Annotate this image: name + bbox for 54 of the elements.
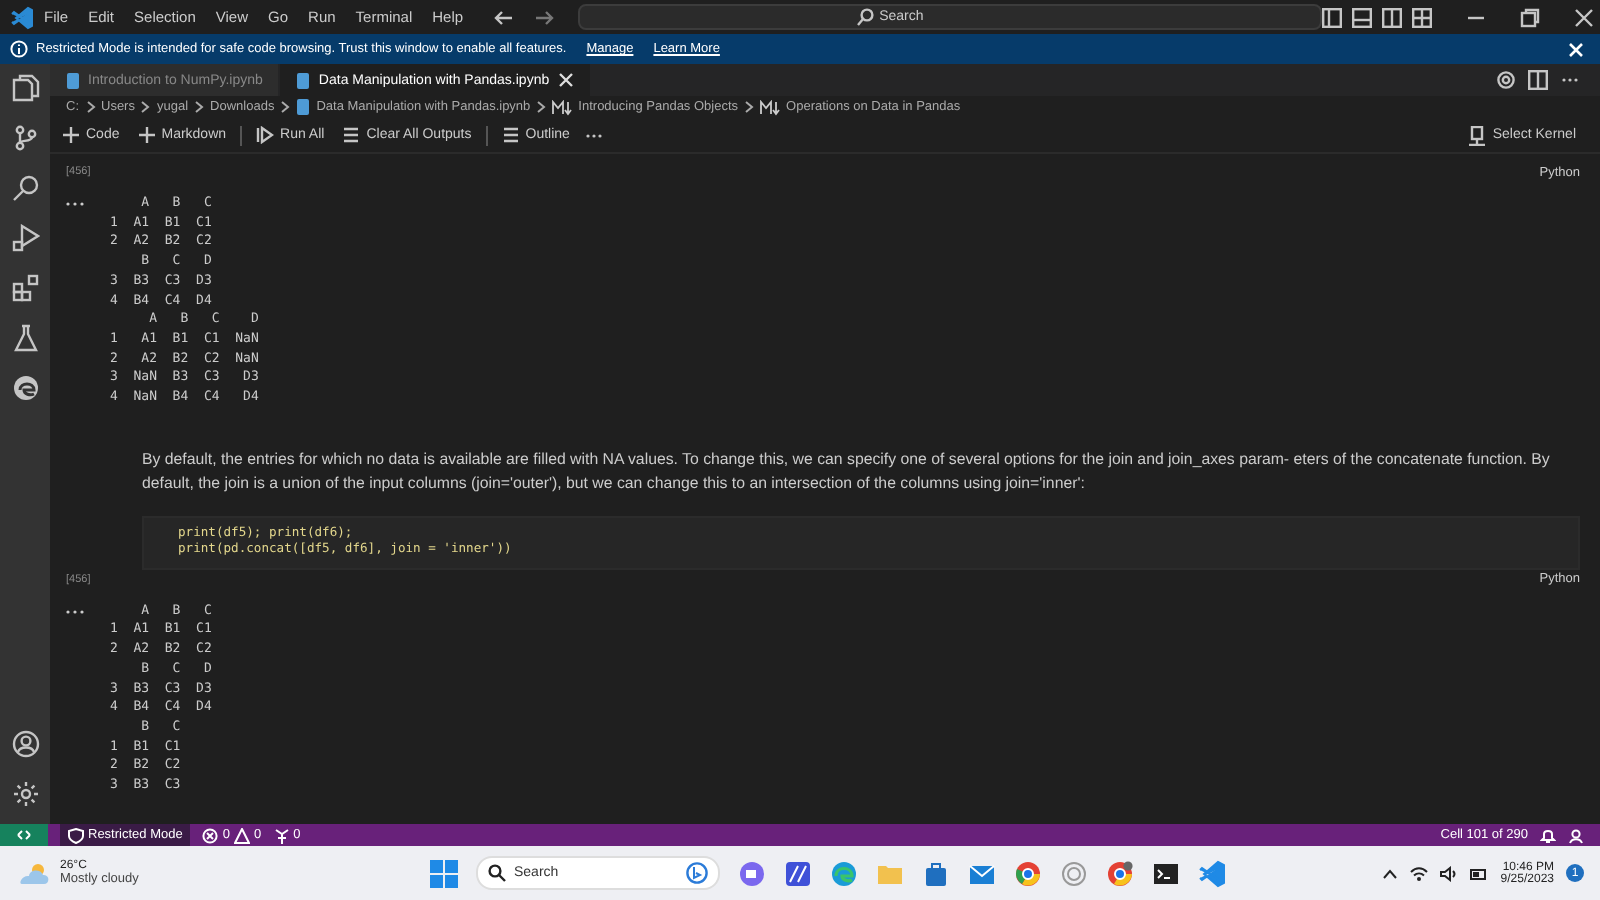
source-control-icon[interactable]: [11, 124, 39, 152]
close-icon[interactable]: [1573, 7, 1594, 27]
grid-layout-icon[interactable]: [1411, 7, 1432, 27]
sidebar-layout-icon[interactable]: [1321, 7, 1342, 27]
search-icon[interactable]: [11, 174, 39, 202]
speaker-icon[interactable]: [1440, 865, 1459, 881]
warning-icon: [233, 827, 250, 843]
split-editor-icon[interactable]: [1528, 70, 1548, 90]
search-icon: [855, 8, 874, 26]
files-icon[interactable]: [11, 74, 39, 102]
chat-app-icon[interactable]: [738, 859, 766, 887]
shield-icon: [68, 827, 84, 843]
mail-icon[interactable]: [968, 859, 996, 887]
account-icon[interactable]: [11, 730, 39, 758]
restore-icon[interactable]: [1519, 7, 1540, 27]
cloud-icon: [16, 861, 52, 885]
error-icon: [202, 827, 219, 843]
search-icon: [488, 864, 506, 882]
wifi-icon[interactable]: [1410, 865, 1429, 881]
plus-icon: [62, 126, 80, 144]
store-bag-icon[interactable]: [922, 859, 950, 887]
chevron-right-icon: [280, 100, 291, 114]
editor-app-icon[interactable]: [784, 859, 812, 887]
battery-icon[interactable]: [1470, 865, 1489, 881]
panel-layout-icon[interactable]: [1351, 7, 1372, 27]
account-icon[interactable]: [1568, 827, 1584, 843]
notebook-file-icon: [66, 71, 80, 89]
terminal-icon[interactable]: [1152, 859, 1180, 887]
split-layout-icon[interactable]: [1381, 7, 1402, 27]
markdown-icon: [552, 99, 573, 115]
back-arrow-icon[interactable]: [493, 7, 514, 27]
antenna-icon: [273, 827, 290, 843]
more-icon[interactable]: [66, 200, 84, 208]
plus-icon: [137, 126, 156, 144]
chevron-up-icon[interactable]: [1382, 867, 1399, 879]
close-icon[interactable]: [557, 72, 574, 88]
extensions-icon[interactable]: [11, 274, 39, 302]
windows-start-icon[interactable]: [430, 859, 458, 887]
markdown-icon: [760, 99, 781, 115]
info-icon: [10, 40, 28, 58]
run-all-icon: [256, 126, 275, 144]
bell-icon[interactable]: [1540, 827, 1556, 843]
outline-icon: [501, 126, 520, 144]
run-debug-icon[interactable]: [11, 224, 39, 252]
remote-icon[interactable]: [0, 824, 48, 846]
chevron-right-icon: [536, 100, 547, 114]
chevron-right-icon: [140, 100, 151, 114]
clear-outputs-icon: [342, 126, 361, 144]
forward-arrow-icon[interactable]: [533, 7, 554, 27]
chevron-right-icon: [85, 100, 95, 114]
chevron-right-icon: [744, 100, 755, 114]
flask-icon[interactable]: [11, 324, 39, 352]
more-icon[interactable]: [66, 607, 84, 616]
chevron-right-icon: [194, 100, 205, 114]
